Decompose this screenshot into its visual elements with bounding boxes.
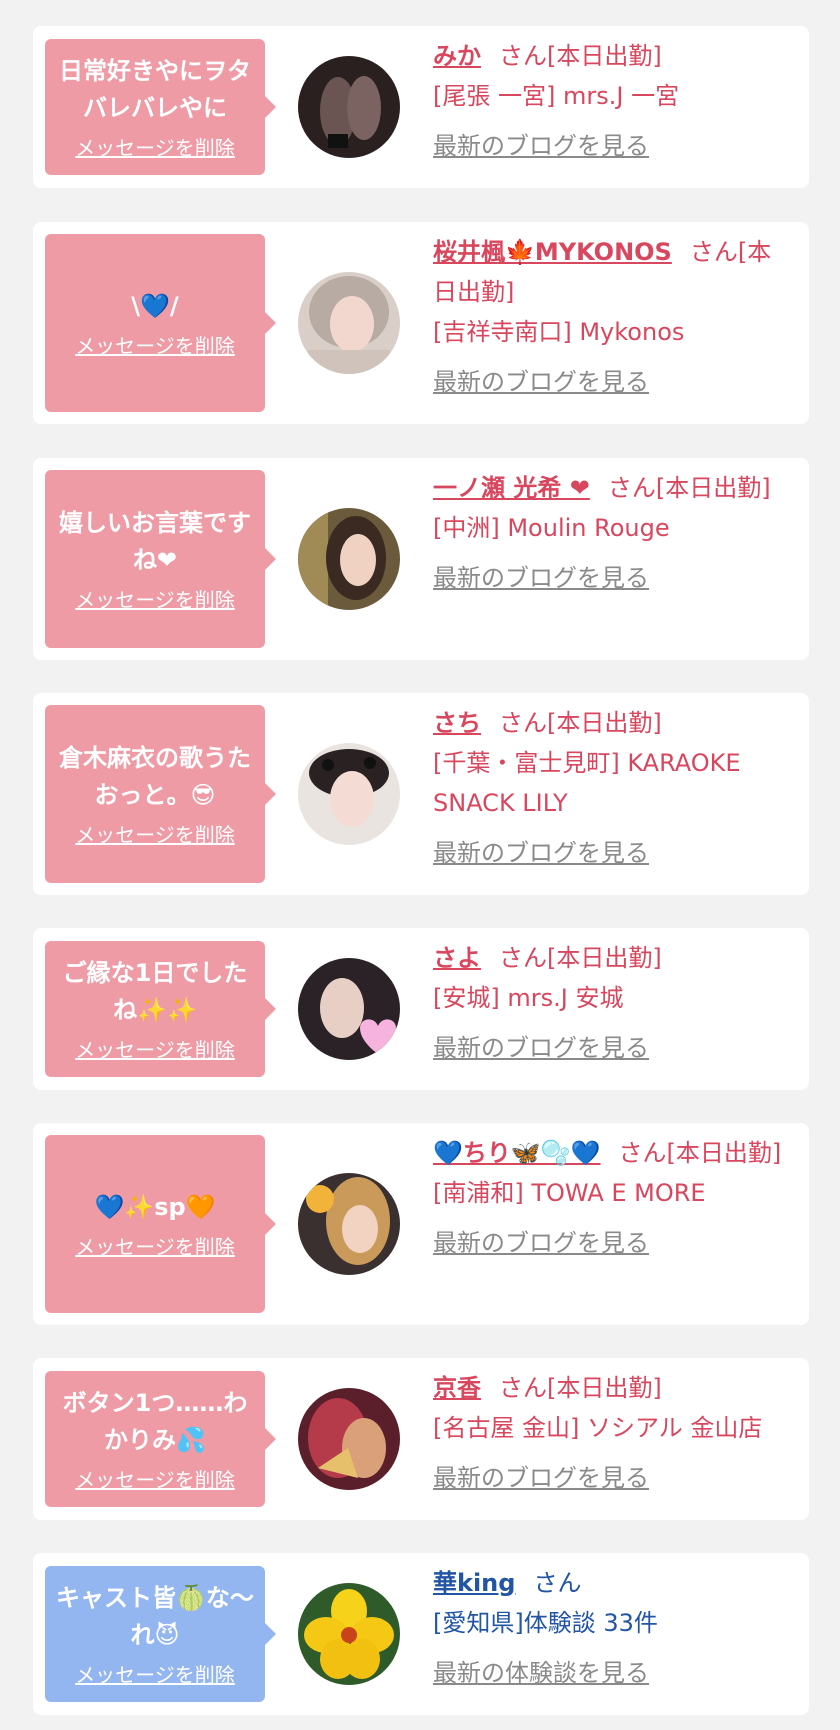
delete-message-link[interactable]: メッセージを削除: [75, 1037, 235, 1063]
cast-status: さん[本日出勤]: [499, 42, 662, 70]
avatar-photo-icon: [298, 56, 400, 158]
shop-name: [中洲] Moulin Rouge: [433, 514, 670, 542]
cast-name-link[interactable]: 💙ちり🦋🫧💙: [433, 1139, 601, 1167]
latest-blog-link[interactable]: 最新のブログを見る: [433, 1223, 791, 1263]
avatar[interactable]: [298, 958, 400, 1060]
message-text: ご縁な1日でしたね✨✨: [62, 959, 248, 1024]
message-bubble: 倉木麻衣の歌うたおっと。😎 メッセージを削除: [45, 705, 276, 883]
message-bubble: キャスト皆🍈な〜れ😈 メッセージを削除: [45, 1566, 276, 1702]
avatar-photo-icon: [298, 743, 400, 845]
message-text: \💙/: [131, 291, 179, 320]
latest-blog-link[interactable]: 最新のブログを見る: [433, 1028, 791, 1068]
avatar[interactable]: [298, 743, 400, 845]
message-card: キャスト皆🍈な〜れ😈 メッセージを削除 華king さん [愛知県]体験談 33件…: [33, 1553, 809, 1715]
message-card: 倉木麻衣の歌うたおっと。😎 メッセージを削除 さち さん[本日出勤] [千葉・富士…: [33, 693, 809, 895]
message-card: 💙✨sp🧡 メッセージを削除 💙ちり🦋🫧💙 さん[本日出勤] [南浦和] TOWA…: [33, 1123, 809, 1325]
message-text: 倉木麻衣の歌うたおっと。😎: [59, 744, 251, 809]
avatar-photo-icon: [298, 1388, 400, 1490]
shop-name: [名古屋 金山] ソシアル 金山店: [433, 1414, 763, 1442]
message-bubble: ボタン1つ……わかりみ💦 メッセージを削除: [45, 1371, 276, 1507]
hibiscus-icon: [298, 1583, 400, 1685]
delete-message-link[interactable]: メッセージを削除: [75, 1467, 235, 1493]
cast-info: さち さん[本日出勤] [千葉・富士見町] KARAOKE SNACK LILY …: [433, 703, 791, 873]
cast-info: 華king さん [愛知県]体験談 33件 最新の体験談を見る: [433, 1563, 791, 1693]
avatar-photo-icon: [298, 1173, 400, 1275]
cast-name-link[interactable]: みか: [433, 42, 481, 70]
cast-name-link[interactable]: 華king: [433, 1569, 515, 1597]
message-card: 日常好きやにヲタバレバレやに メッセージを削除 みか さん[本日出勤] [尾張 一…: [33, 26, 809, 188]
delete-message-link[interactable]: メッセージを削除: [75, 1662, 235, 1688]
avatar[interactable]: [298, 1173, 400, 1275]
cast-status: さん[本日出勤]: [499, 709, 662, 737]
shop-name: [千葉・富士見町] KARAOKE SNACK LILY: [433, 749, 741, 817]
cast-info: 桜井楓🍁MYKONOS さん[本日出勤] [吉祥寺南口] Mykonos 最新のブ…: [433, 232, 791, 402]
message-list: 日常好きやにヲタバレバレやに メッセージを削除 みか さん[本日出勤] [尾張 一…: [0, 0, 840, 1730]
message-bubble: 💙✨sp🧡 メッセージを削除: [45, 1135, 276, 1313]
cast-name-link[interactable]: さち: [433, 709, 481, 737]
delete-message-link[interactable]: メッセージを削除: [75, 333, 235, 359]
cast-info: 💙ちり🦋🫧💙 さん[本日出勤] [南浦和] TOWA E MORE 最新のブログを…: [433, 1133, 791, 1263]
shop-name: [愛知県]体験談 33件: [433, 1609, 658, 1637]
message-text: 嬉しいお言葉ですね❤: [59, 509, 251, 574]
latest-blog-link[interactable]: 最新のブログを見る: [433, 1458, 791, 1498]
message-text: 日常好きやにヲタバレバレやに: [59, 57, 251, 122]
cast-info: みか さん[本日出勤] [尾張 一宮] mrs.J 一宮 最新のブログを見る: [433, 36, 791, 166]
latest-blog-link[interactable]: 最新のブログを見る: [433, 362, 791, 402]
message-card: ご縁な1日でしたね✨✨ メッセージを削除 さよ さん[本日出勤] [安城] mrs…: [33, 928, 809, 1090]
delete-message-link[interactable]: メッセージを削除: [75, 135, 235, 161]
message-card: ボタン1つ……わかりみ💦 メッセージを削除 京香 さん[本日出勤] [名古屋 金山…: [33, 1358, 809, 1520]
cast-status: さん[本日出勤]: [499, 944, 662, 972]
avatar[interactable]: [298, 1583, 400, 1685]
message-card: 嬉しいお言葉ですね❤ メッセージを削除 一ノ瀬 光希 ❤ さん[本日出勤] [中洲…: [33, 458, 809, 660]
latest-review-link[interactable]: 最新の体験談を見る: [433, 1653, 791, 1693]
cast-info: 京香 さん[本日出勤] [名古屋 金山] ソシアル 金山店 最新のブログを見る: [433, 1368, 791, 1498]
cast-status: さん[本日出勤]: [499, 1374, 662, 1402]
shop-name: [安城] mrs.J 安城: [433, 984, 624, 1012]
cast-status: さん[本日出勤]: [607, 474, 771, 502]
avatar-photo-icon: [298, 508, 400, 610]
avatar-photo-icon: [298, 272, 400, 374]
message-card: \💙/ メッセージを削除 桜井楓🍁MYKONOS さん[本日出勤] [吉祥寺南口]…: [33, 222, 809, 424]
latest-blog-link[interactable]: 最新のブログを見る: [433, 126, 791, 166]
cast-info: 一ノ瀬 光希 ❤ さん[本日出勤] [中洲] Moulin Rouge 最新のブロ…: [433, 468, 791, 598]
cast-name-link[interactable]: 桜井楓🍁MYKONOS: [433, 238, 672, 266]
message-bubble: \💙/ メッセージを削除: [45, 234, 276, 412]
avatar[interactable]: [298, 508, 400, 610]
shop-name: [尾張 一宮] mrs.J 一宮: [433, 82, 680, 110]
cast-name-link[interactable]: さよ: [433, 944, 481, 972]
message-text: 💙✨sp🧡: [94, 1192, 216, 1221]
cast-status: さん[本日出勤]: [618, 1139, 782, 1167]
avatar[interactable]: [298, 1388, 400, 1490]
message-text: キャスト皆🍈な〜れ😈: [56, 1584, 254, 1649]
avatar[interactable]: [298, 56, 400, 158]
shop-name: [南浦和] TOWA E MORE: [433, 1179, 706, 1207]
avatar[interactable]: [298, 272, 400, 374]
shop-name: [吉祥寺南口] Mykonos: [433, 318, 685, 346]
avatar-photo-icon: [298, 958, 400, 1060]
message-text: ボタン1つ……わかりみ💦: [62, 1389, 248, 1454]
latest-blog-link[interactable]: 最新のブログを見る: [433, 833, 791, 873]
cast-name-link[interactable]: 一ノ瀬 光希 ❤: [433, 474, 590, 502]
cast-info: さよ さん[本日出勤] [安城] mrs.J 安城 最新のブログを見る: [433, 938, 791, 1068]
latest-blog-link[interactable]: 最新のブログを見る: [433, 558, 791, 598]
cast-name-link[interactable]: 京香: [433, 1374, 481, 1402]
message-bubble: ご縁な1日でしたね✨✨ メッセージを削除: [45, 941, 276, 1077]
delete-message-link[interactable]: メッセージを削除: [75, 587, 235, 613]
message-bubble: 日常好きやにヲタバレバレやに メッセージを削除: [45, 39, 276, 175]
cast-status: さん: [533, 1569, 582, 1597]
delete-message-link[interactable]: メッセージを削除: [75, 822, 235, 848]
delete-message-link[interactable]: メッセージを削除: [75, 1234, 235, 1260]
message-bubble: 嬉しいお言葉ですね❤ メッセージを削除: [45, 470, 276, 648]
